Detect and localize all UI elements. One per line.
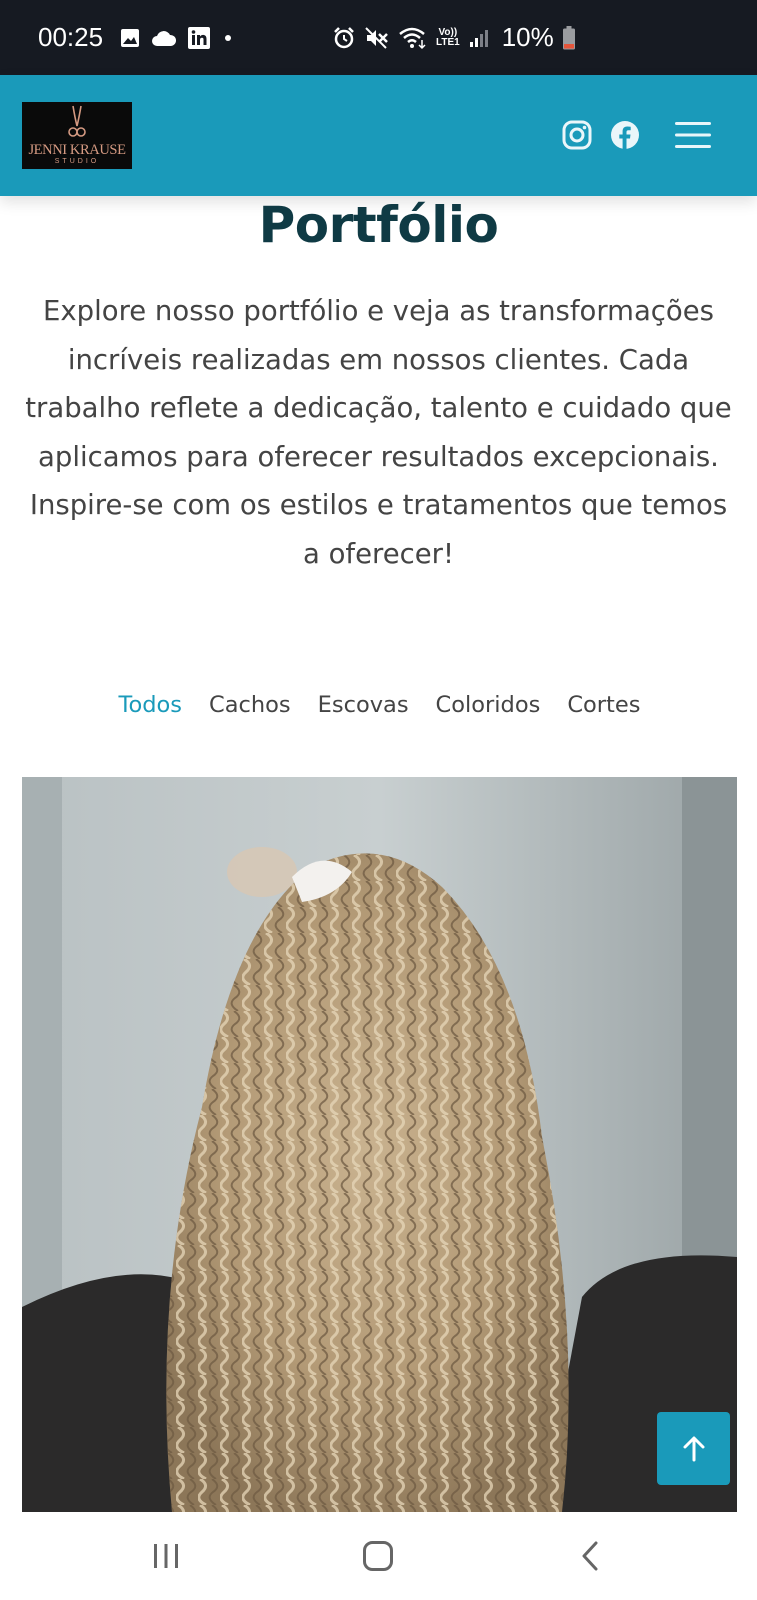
status-left: 00:25 <box>38 22 235 53</box>
filter-cachos[interactable]: Cachos <box>209 690 291 720</box>
wifi-icon <box>398 26 428 50</box>
signal-icon <box>468 27 490 49</box>
recent-apps-icon[interactable] <box>126 1512 206 1600</box>
battery-icon <box>562 25 576 51</box>
home-icon[interactable] <box>338 1512 418 1600</box>
facebook-icon[interactable] <box>609 113 641 157</box>
page-title: Portfólio <box>258 196 499 254</box>
linkedin-icon <box>187 26 211 50</box>
portfolio-filters: Todos Cachos Escovas Coloridos Cortes <box>0 690 757 720</box>
logo-name: JENNI KRAUSE <box>28 142 126 158</box>
image-icon <box>119 27 141 49</box>
filter-escovas[interactable]: Escovas <box>318 690 409 720</box>
hamburger-menu-icon[interactable] <box>673 113 713 157</box>
header-actions <box>561 113 713 157</box>
status-right: Vo)) LTE1 10% <box>332 0 576 75</box>
filter-cortes[interactable]: Cortes <box>567 690 640 720</box>
logo-scissors-icon <box>68 105 86 137</box>
cloud-icon <box>151 29 177 47</box>
portfolio-intro: Explore nosso portfólio e veja as transf… <box>25 295 732 570</box>
volte-icon: Vo)) LTE1 <box>436 26 460 48</box>
filter-coloridos[interactable]: Coloridos <box>436 690 541 720</box>
status-bar: 00:25 Vo)) LTE1 10% <box>0 0 757 75</box>
filter-todos[interactable]: Todos <box>119 690 182 720</box>
back-to-top-button[interactable] <box>657 1412 730 1485</box>
portfolio-photo[interactable] <box>22 777 737 1512</box>
logo-subtitle: STUDIO <box>54 158 100 165</box>
status-time: 00:25 <box>38 22 104 52</box>
system-nav-bar <box>0 1512 757 1600</box>
instagram-icon[interactable] <box>561 113 593 157</box>
alarm-icon <box>332 26 356 50</box>
back-icon[interactable] <box>550 1512 630 1600</box>
arrow-up-icon <box>683 1436 704 1461</box>
dot-icon <box>221 31 235 45</box>
volte-label-top: Vo)) <box>438 26 458 38</box>
battery-percent: 10% <box>501 22 554 52</box>
studio-logo[interactable]: JENNI KRAUSE STUDIO <box>22 102 132 169</box>
volte-label-bottom: LTE1 <box>436 36 460 48</box>
mute-icon <box>364 26 390 50</box>
site-header: JENNI KRAUSE STUDIO <box>0 75 757 196</box>
